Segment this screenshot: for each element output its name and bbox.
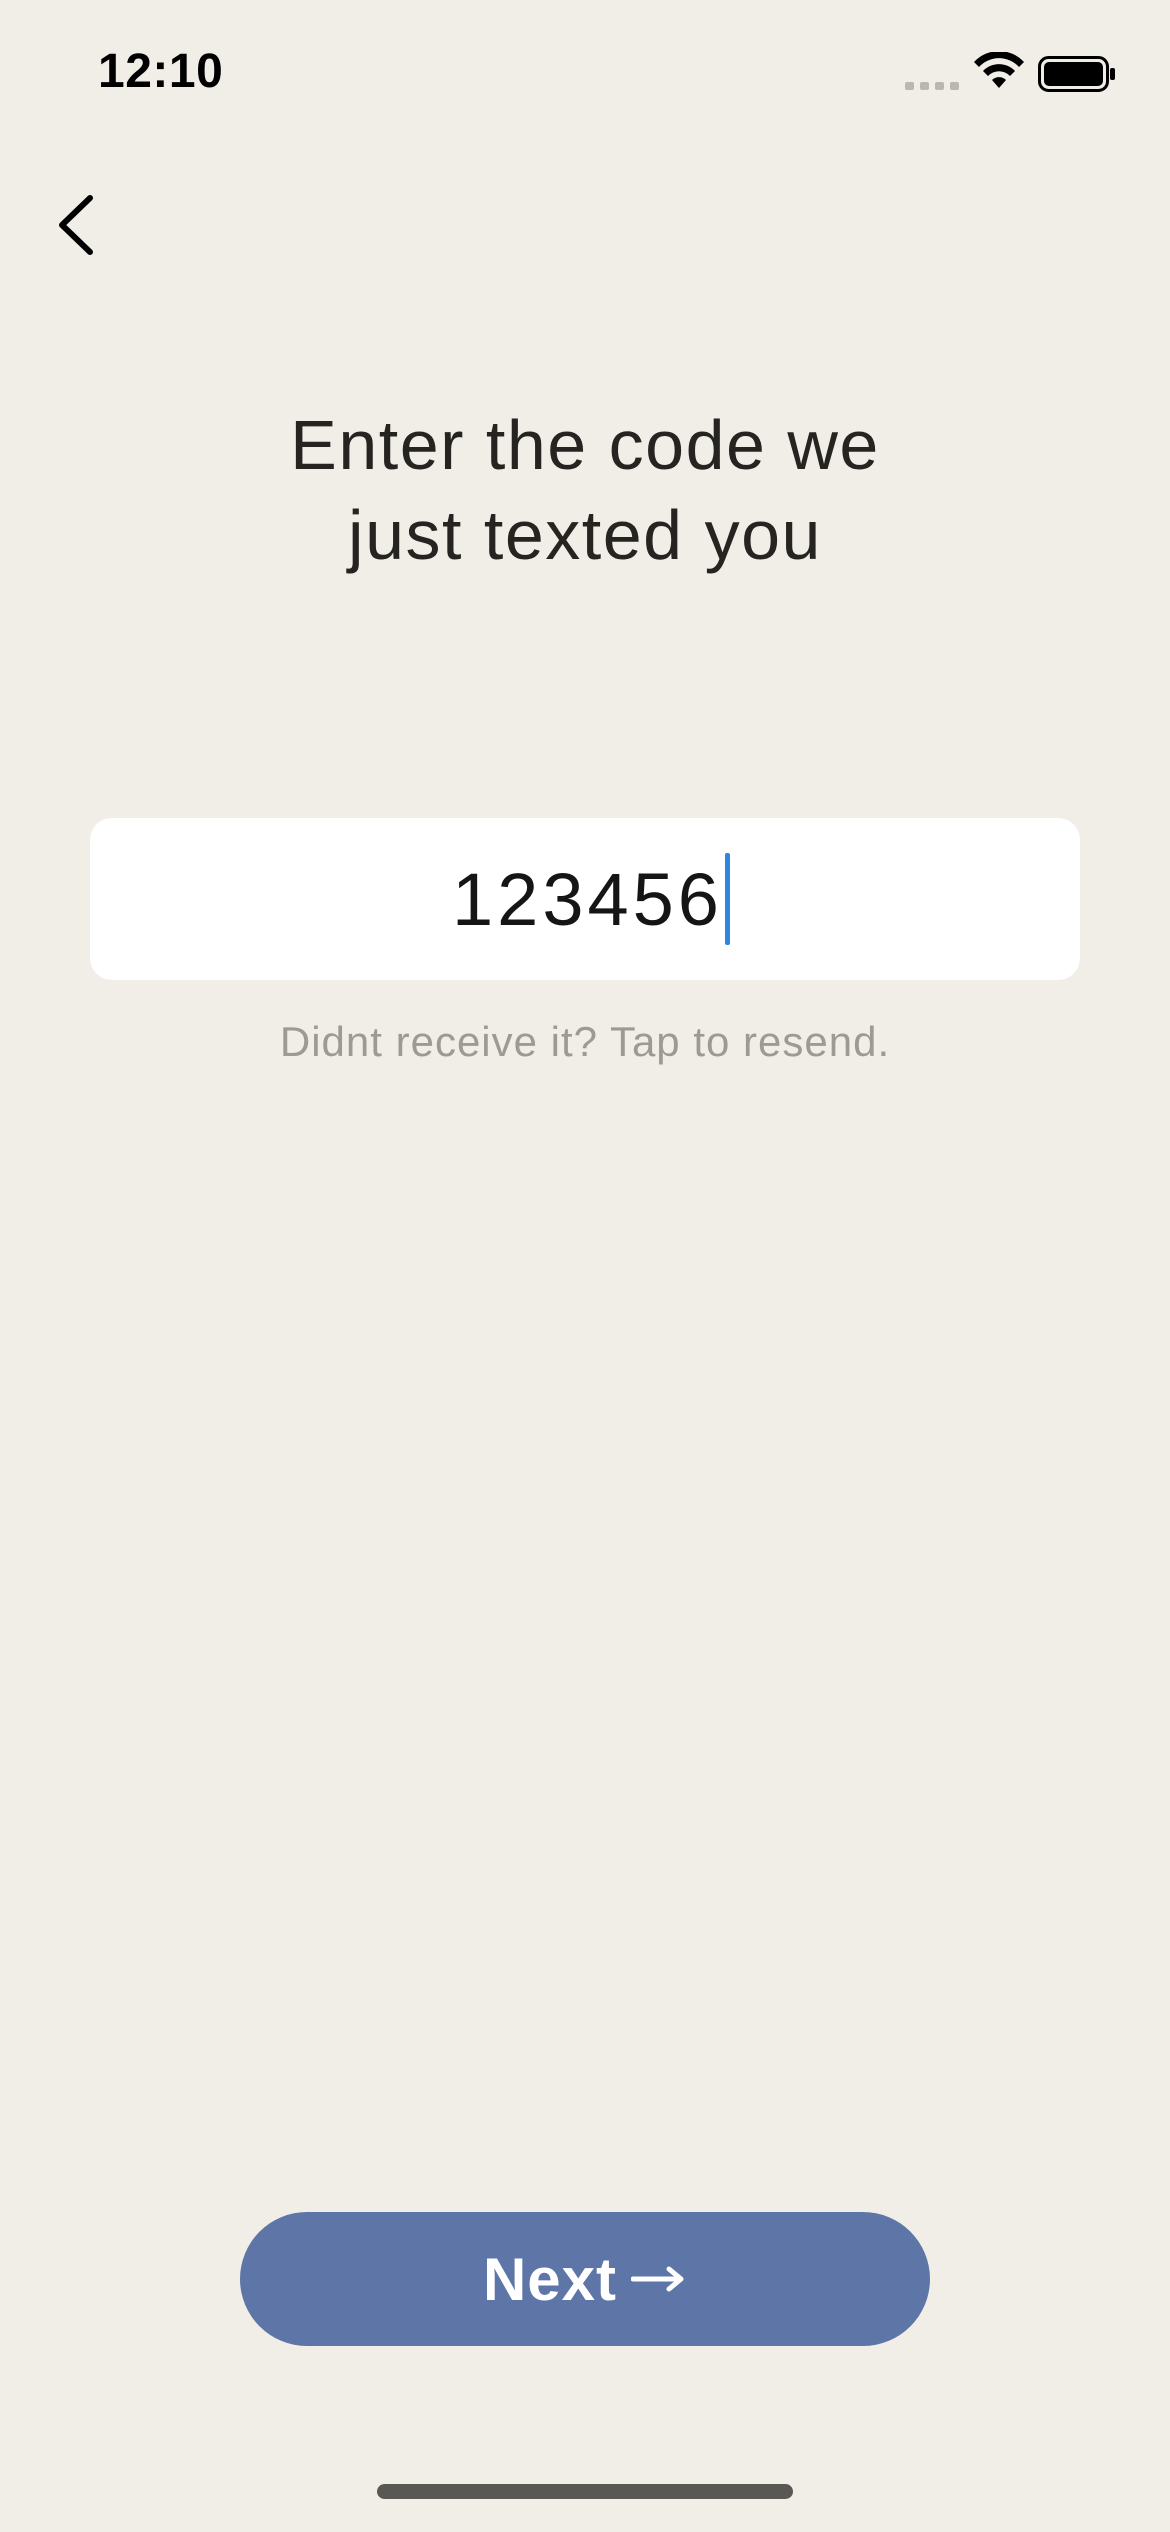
resend-code-link[interactable]: Didnt receive it? Tap to resend. xyxy=(185,1018,985,1066)
page-title: Enter the code we just texted you xyxy=(290,406,880,574)
code-input[interactable]: 123456 xyxy=(90,818,1080,980)
code-input-content: 123456 xyxy=(440,853,730,945)
signal-icon xyxy=(905,82,959,90)
wifi-icon xyxy=(974,52,1024,88)
next-button[interactable]: Next xyxy=(240,2212,930,2346)
chevron-left-icon xyxy=(59,195,93,255)
code-input-value: 123456 xyxy=(452,857,723,941)
verification-code-screen: 12:10 Enter the code we just texted you … xyxy=(0,0,1170,2532)
next-button-label: Next xyxy=(482,2245,618,2313)
battery-icon xyxy=(1038,56,1115,92)
arrow-right-icon xyxy=(631,2266,684,2292)
back-button[interactable] xyxy=(36,180,116,270)
text-cursor xyxy=(724,853,730,945)
status-bar: 12:10 xyxy=(0,0,1170,140)
status-time: 12:10 xyxy=(98,45,224,98)
home-indicator[interactable] xyxy=(377,2484,793,2499)
